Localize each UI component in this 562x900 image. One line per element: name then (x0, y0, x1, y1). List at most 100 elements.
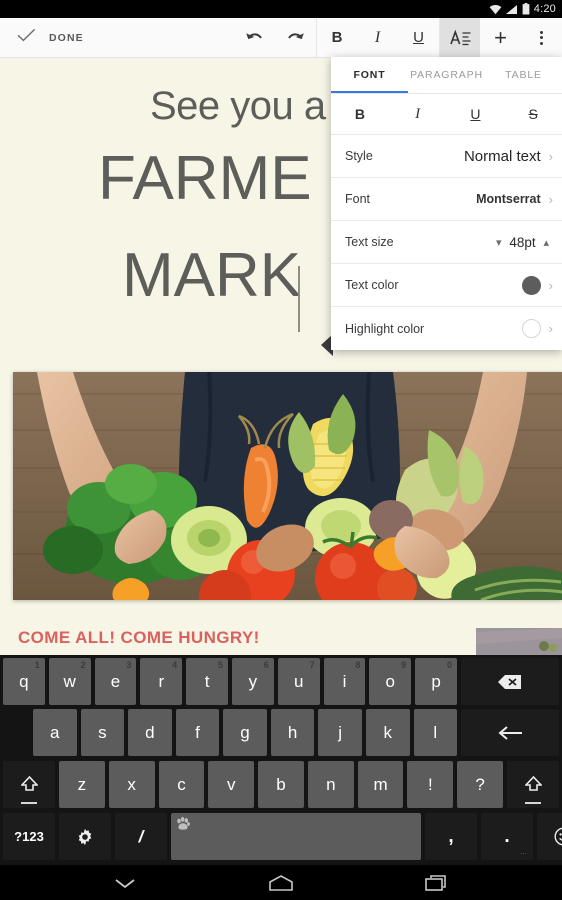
key-label: o (385, 671, 395, 691)
key-q[interactable]: 1q (3, 658, 45, 705)
insert-button[interactable]: + (480, 18, 521, 58)
key-l[interactable]: l (413, 709, 458, 756)
tab-table[interactable]: TABLE (485, 57, 562, 93)
tab-font[interactable]: FONT (331, 57, 408, 93)
shift-state-indicator (525, 802, 542, 804)
underline-label: U (413, 29, 424, 46)
key-question[interactable]: ? (457, 761, 504, 808)
key-symbols[interactable]: ?123 (3, 813, 55, 860)
key-t[interactable]: 5t (186, 658, 228, 705)
key-backspace[interactable] (460, 658, 559, 705)
key-h[interactable]: h (270, 709, 315, 756)
redo-button[interactable] (275, 18, 316, 58)
key-y[interactable]: 6y (231, 658, 274, 705)
text-color-row[interactable]: Text color › (331, 264, 562, 307)
redo-icon (288, 33, 304, 40)
key-shift-right[interactable] (507, 761, 560, 808)
panel-underline-button[interactable]: U (447, 94, 505, 134)
bold-button[interactable]: B (316, 17, 357, 58)
key-period[interactable]: . … (481, 813, 533, 860)
keyboard-row-1: 1q 2w 3e 4r 5t 6y 7u 8i 9o 0p (0, 655, 562, 707)
thumbnail-image (476, 628, 562, 655)
decrease-text-size-button[interactable]: ▾ (492, 236, 506, 249)
recents-button[interactable] (414, 865, 460, 900)
shift-state-indicator (21, 802, 37, 804)
done-label: DONE (49, 31, 84, 44)
key-v[interactable]: v (208, 761, 255, 808)
key-w[interactable]: 2w (48, 658, 91, 705)
key-comma[interactable]: , (425, 813, 477, 860)
key-shift-left[interactable] (3, 761, 55, 808)
undo-icon (246, 33, 262, 40)
key-u[interactable]: 7u (277, 658, 320, 705)
key-d[interactable]: d (128, 709, 172, 756)
format-panel-tabs: FONT PARAGRAPH TABLE (331, 57, 562, 93)
key-exclamation[interactable]: ! (407, 761, 454, 808)
key-label: a (50, 722, 60, 742)
document-photo[interactable] (13, 372, 562, 600)
style-row[interactable]: Style Normal text › (331, 135, 562, 178)
format-button[interactable] (439, 17, 480, 58)
increase-text-size-button[interactable]: ▴ (539, 236, 553, 249)
key-label: k (383, 722, 392, 742)
key-hint: 4 (172, 660, 178, 670)
font-row[interactable]: Font Montserrat › (331, 178, 562, 221)
paw-print-icon (177, 817, 190, 830)
key-g[interactable]: g (223, 709, 267, 756)
highlight-color-swatch[interactable] (521, 319, 541, 338)
key-label: s (98, 722, 107, 742)
key-label: n (326, 774, 336, 794)
key-label: p (431, 671, 441, 691)
italic-button[interactable]: I (357, 18, 398, 58)
undo-button[interactable] (234, 18, 275, 58)
smiley-icon (554, 827, 562, 846)
underline-button[interactable]: U (398, 18, 439, 58)
tab-paragraph[interactable]: PARAGRAPH (408, 57, 485, 93)
key-enter[interactable] (461, 709, 560, 756)
panel-italic-button[interactable]: I (389, 94, 447, 134)
key-s[interactable]: s (80, 709, 125, 756)
key-o[interactable]: 9o (369, 658, 412, 705)
key-f[interactable]: f (175, 709, 220, 756)
recent-apps-icon (425, 874, 446, 891)
key-settings[interactable] (59, 813, 111, 860)
key-label: u (293, 671, 304, 691)
back-button[interactable] (102, 865, 148, 900)
key-j[interactable]: j (318, 709, 362, 756)
overflow-menu-button[interactable] (521, 18, 562, 58)
key-n[interactable]: n (307, 761, 354, 808)
backspace-icon (498, 674, 522, 689)
key-b[interactable]: b (258, 761, 304, 808)
system-navigation-bar (0, 865, 562, 900)
key-label: ?123 (14, 829, 44, 844)
key-p[interactable]: 0p (415, 658, 457, 705)
key-label: c (177, 774, 186, 794)
shift-arrow-icon (20, 776, 38, 791)
key-label: ? (475, 774, 485, 794)
key-space[interactable] (171, 813, 421, 860)
key-m[interactable]: m (357, 761, 404, 808)
key-hint: 7 (309, 660, 315, 670)
key-a[interactable]: a (33, 709, 77, 756)
key-i[interactable]: 8i (323, 658, 366, 705)
key-hint: 5 (217, 660, 223, 670)
text-size-value: 48pt (509, 234, 536, 250)
key-e[interactable]: 3e (94, 658, 137, 705)
panel-bold-button[interactable]: B (331, 94, 389, 134)
key-z[interactable]: z (59, 761, 105, 808)
key-slash[interactable]: / (115, 813, 167, 860)
text-color-swatch[interactable] (521, 275, 541, 295)
plus-icon: + (494, 24, 507, 50)
home-button[interactable] (258, 865, 304, 900)
key-r[interactable]: 4r (140, 658, 183, 705)
done-button[interactable]: DONE (0, 28, 84, 47)
key-label: . (504, 825, 510, 847)
highlight-color-row[interactable]: Highlight color › (331, 307, 562, 350)
cta-heading[interactable]: COME ALL! COME HUNGRY! (18, 628, 260, 648)
key-c[interactable]: c (158, 761, 205, 808)
panel-strikethrough-button[interactable]: S (504, 94, 562, 134)
key-emoji[interactable] (537, 813, 562, 860)
key-k[interactable]: k (365, 709, 410, 756)
secondary-photo-thumbnail[interactable] (476, 628, 562, 655)
key-x[interactable]: x (108, 761, 155, 808)
